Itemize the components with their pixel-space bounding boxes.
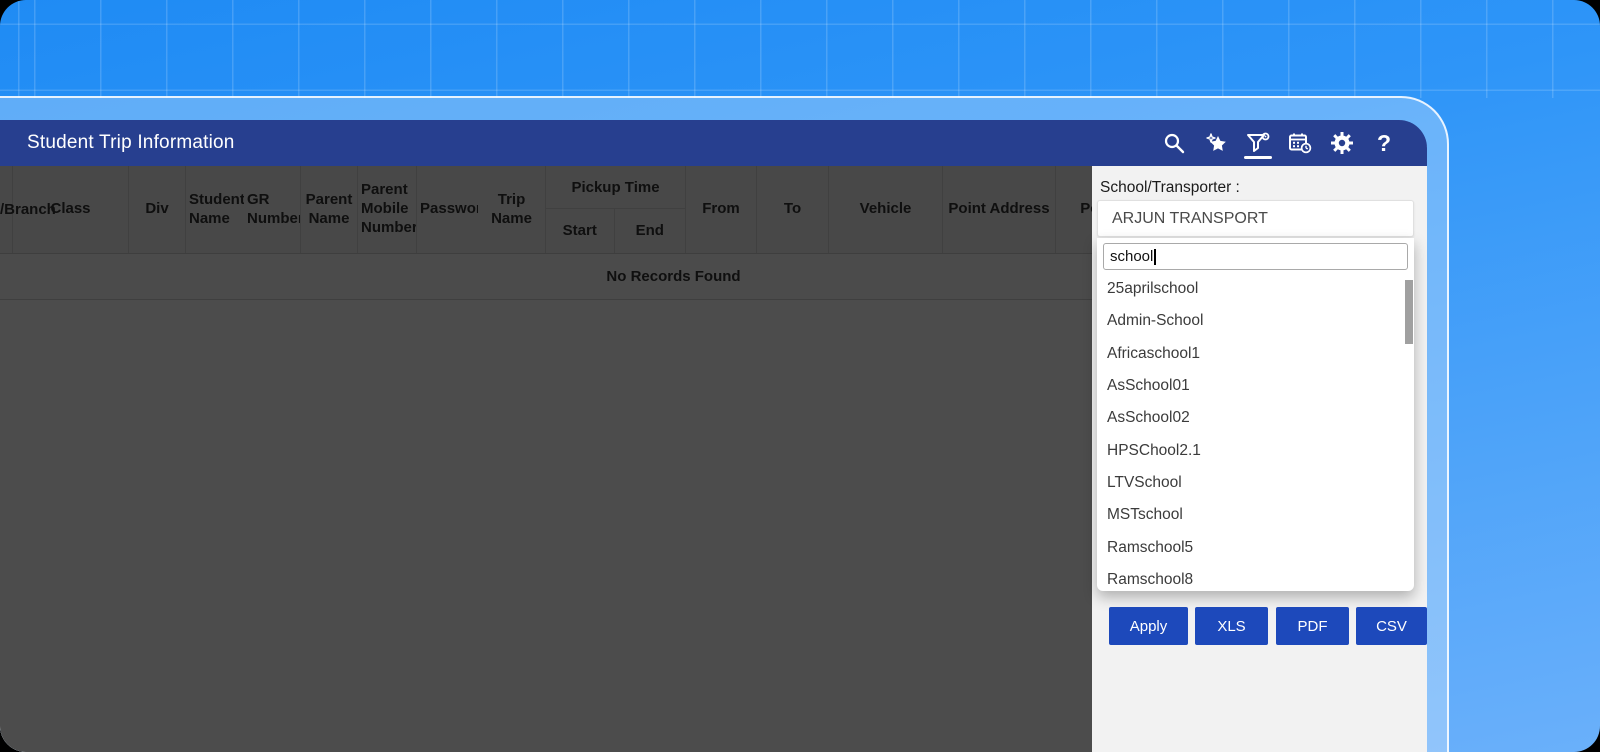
gear-glyph <box>1329 130 1355 156</box>
selected-school-value: ARJUN TRANSPORT <box>1112 210 1268 228</box>
school-search-input[interactable]: school <box>1103 243 1408 270</box>
search-input-value: school <box>1110 248 1153 265</box>
text-cursor <box>1154 249 1156 265</box>
filter-icon[interactable] <box>1245 125 1271 161</box>
modal-dim-overlay <box>0 166 1092 752</box>
school-option[interactable]: HPSChool2.1 <box>1097 434 1414 466</box>
csv-export-button[interactable]: CSV <box>1356 607 1427 645</box>
page-title: Student Trip Information <box>27 132 235 154</box>
schedule-calendar-icon[interactable] <box>1287 125 1313 161</box>
xls-export-button[interactable]: XLS <box>1195 607 1268 645</box>
school-option[interactable]: AsSchool02 <box>1097 402 1414 434</box>
pdf-export-button[interactable]: PDF <box>1276 607 1349 645</box>
apply-button[interactable]: Apply <box>1109 607 1188 645</box>
help-glyph: ? <box>1377 130 1391 157</box>
background-grid <box>0 0 1600 98</box>
dropdown-scrollbar-thumb[interactable] <box>1405 280 1413 344</box>
search-icon-glyph <box>1162 131 1186 155</box>
school-option[interactable]: 25aprilschool <box>1097 273 1414 305</box>
filter-panel: School/Transporter : ARJUN TRANSPORT sch… <box>1092 166 1427 752</box>
school-option[interactable]: Admin-School <box>1097 305 1414 337</box>
active-filter-indicator <box>1244 156 1272 159</box>
school-option[interactable]: AsSchool01 <box>1097 370 1414 402</box>
search-icon[interactable] <box>1161 125 1187 161</box>
school-transporter-select[interactable]: ARJUN TRANSPORT <box>1097 200 1414 237</box>
school-option[interactable]: Ramschool5 <box>1097 531 1414 563</box>
school-dropdown: school 25aprilschool Admin-School Africa… <box>1097 238 1414 591</box>
help-icon[interactable]: ? <box>1371 125 1397 161</box>
filter-funnel-glyph <box>1245 131 1271 155</box>
settings-gear-icon[interactable] <box>1329 125 1355 161</box>
favorites-star-glyph <box>1203 131 1229 155</box>
toolbar-icons: ? <box>1161 120 1397 166</box>
school-option[interactable]: Ramschool8 <box>1097 564 1414 591</box>
school-option[interactable]: Africaschool1 <box>1097 338 1414 370</box>
school-option[interactable]: MSTschool <box>1097 499 1414 531</box>
school-transporter-label: School/Transporter : <box>1100 179 1240 197</box>
titlebar: Student Trip Information <box>0 120 1427 166</box>
calendar-clock-glyph <box>1287 131 1313 155</box>
favorites-star-icon[interactable] <box>1203 125 1229 161</box>
school-option-list: 25aprilschool Admin-School Africaschool1… <box>1097 273 1414 591</box>
screenshot-canvas: School/Branch Class Div Student Name GR … <box>0 0 1600 752</box>
school-option[interactable]: LTVSchool <box>1097 467 1414 499</box>
